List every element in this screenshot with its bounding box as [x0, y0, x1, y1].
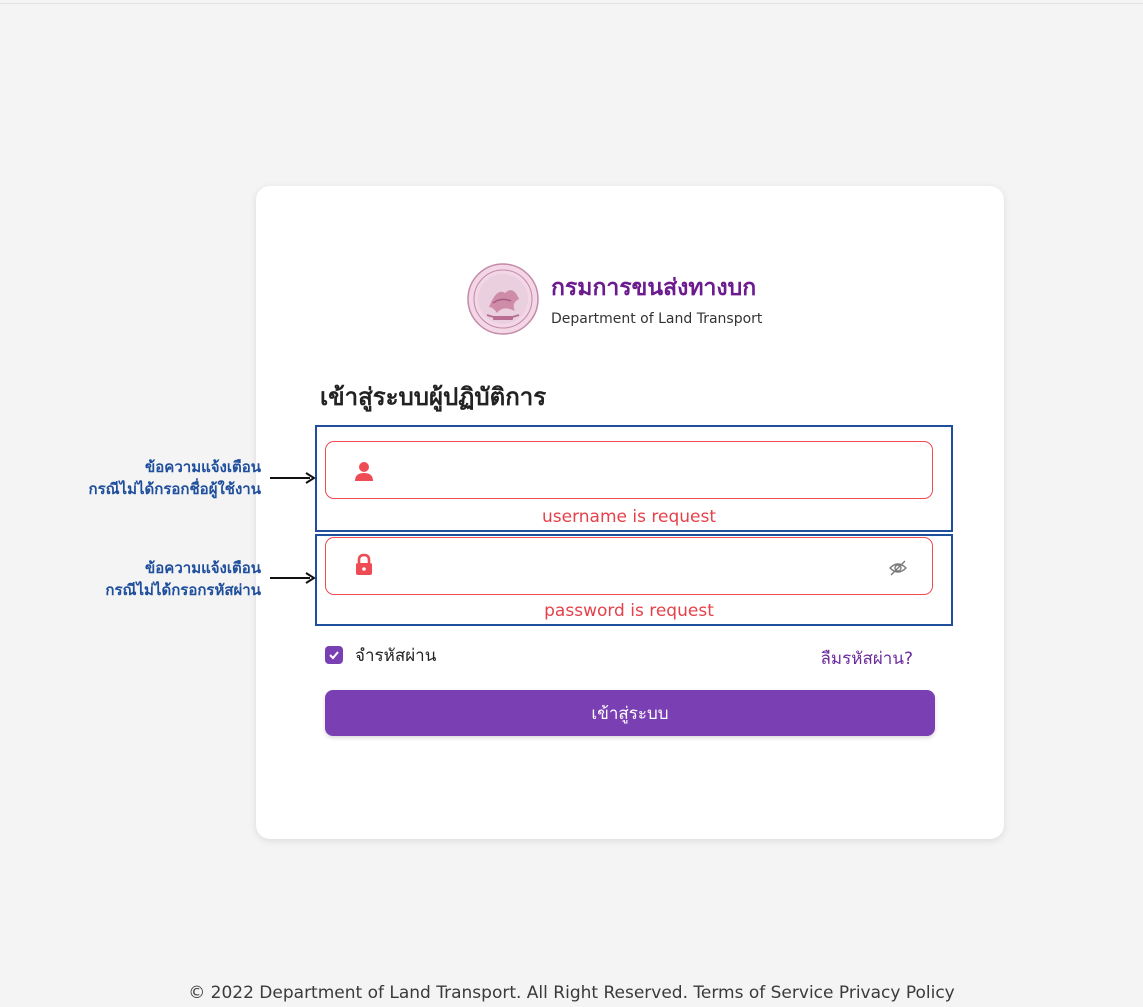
remember-me-label: จำรหัสผ่าน — [355, 645, 437, 666]
forgot-password-link[interactable]: ลืมรหัสผ่าน? — [821, 645, 914, 672]
dlt-seal-logo — [467, 263, 539, 335]
lock-icon — [356, 553, 372, 575]
eye-slash-icon[interactable] — [888, 558, 908, 578]
privacy-policy-link[interactable]: Privacy Policy — [839, 983, 955, 1003]
password-annotation: ข้อความแจ้งเตือน กรณีไม่ได้กรอกรหัสผ่าน — [105, 557, 261, 601]
footer: © 2022 Department of Land Transport. All… — [0, 983, 1143, 1003]
username-error: username is request — [541, 507, 716, 527]
remember-me-checkbox[interactable]: จำรหัสผ่าน — [325, 644, 436, 666]
password-field[interactable] — [325, 537, 933, 595]
annotation-line: กรณีไม่ได้กรอกรหัสผ่าน — [105, 581, 261, 599]
login-title: เข้าสู่ระบบผู้ปฏิบัติการ — [320, 383, 547, 411]
annotation-line: ข้อความแจ้งเตือน — [145, 559, 261, 577]
checkbox-checked-icon[interactable] — [325, 646, 343, 664]
username-input[interactable] — [386, 452, 860, 490]
footer-copyright: © 2022 Department of Land Transport. All… — [188, 983, 688, 1003]
top-divider — [0, 3, 1143, 4]
org-name-thai: กรมการขนส่งทางบก — [551, 275, 757, 301]
check-icon — [329, 651, 339, 660]
arrow-right-icon — [270, 572, 316, 584]
annotation-line: กรณีไม่ได้กรอกชื่อผู้ใช้งาน — [88, 480, 262, 498]
login-button[interactable]: เข้าสู่ระบบ — [325, 690, 935, 736]
user-icon — [355, 462, 373, 481]
username-field[interactable] — [325, 441, 933, 499]
password-input[interactable] — [386, 548, 860, 586]
password-error: password is request — [544, 601, 714, 621]
org-name-english: Department of Land Transport — [551, 311, 763, 327]
username-annotation: ข้อความแจ้งเตือน กรณีไม่ได้กรอกชื่อผู้ใช… — [89, 456, 262, 500]
arrow-right-icon — [270, 472, 316, 484]
annotation-line: ข้อความแจ้งเตือน — [145, 458, 261, 476]
terms-of-service-link[interactable]: Terms of Service — [693, 983, 833, 1003]
